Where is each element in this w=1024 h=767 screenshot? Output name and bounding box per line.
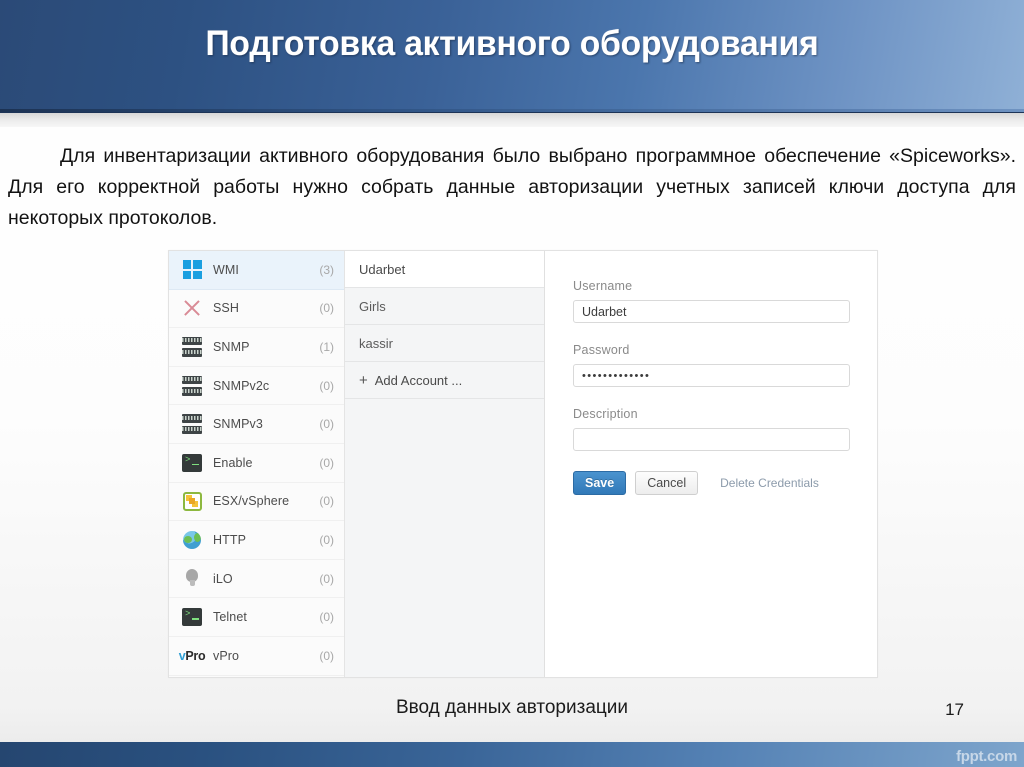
protocol-sidebar: WMI (3) SSH (0) SNMP (1) SNMPv2c (0) SNM… xyxy=(169,251,345,677)
sidebar-item-snmpv2c[interactable]: SNMPv2c (0) xyxy=(169,367,344,406)
username-value: Udarbet xyxy=(582,304,627,319)
sidebar-item-label: SSH xyxy=(213,301,240,316)
sidebar-item-label: Telnet xyxy=(213,610,247,625)
sidebar-item-label: SNMP xyxy=(213,339,250,354)
sidebar-item-wmi[interactable]: WMI (3) xyxy=(169,251,344,290)
page-number: 17 xyxy=(945,700,964,719)
header-sheen-divider xyxy=(0,113,1024,127)
sidebar-item-count: (0) xyxy=(319,532,334,547)
username-field[interactable]: Udarbet xyxy=(573,300,850,323)
password-value: ••••••••••••• xyxy=(582,369,651,382)
watermark-label: fppt.com xyxy=(956,748,1017,765)
bulb-icon xyxy=(181,568,203,590)
windows-icon xyxy=(181,259,203,281)
sidebar-item-label: iLO xyxy=(213,571,233,586)
account-label: Girls xyxy=(359,298,386,314)
form-actions: Save Cancel Delete Credentials xyxy=(573,471,877,495)
sidebar-item-ssh[interactable]: SSH (0) xyxy=(169,290,344,329)
sidebar-item-count: (0) xyxy=(319,301,334,316)
sidebar-item-esx-vsphere[interactable]: ESX/vSphere (0) xyxy=(169,483,344,522)
sidebar-item-label: SNMPv2c xyxy=(213,378,270,393)
figure-caption: Ввод данных авторизации xyxy=(395,697,628,718)
delete-credentials-link[interactable]: Delete Credentials xyxy=(720,476,819,490)
server-icon xyxy=(181,375,203,397)
sidebar-item-ilo[interactable]: iLO (0) xyxy=(169,560,344,599)
server-icon xyxy=(181,413,203,435)
username-label: Username xyxy=(573,279,633,293)
sidebar-item-count: (3) xyxy=(319,262,334,277)
account-label: kassir xyxy=(359,335,393,351)
slide-footer-band xyxy=(0,742,1024,767)
sidebar-item-telnet[interactable]: Telnet (0) xyxy=(169,598,344,637)
sidebar-item-label: Enable xyxy=(213,455,253,470)
sidebar-item-label: vPro xyxy=(213,648,240,663)
sidebar-item-count: (0) xyxy=(319,494,334,509)
plus-icon: + xyxy=(359,371,368,389)
account-list: Udarbet Girls kassir + Add Account ... xyxy=(345,251,545,677)
sidebar-item-count: (0) xyxy=(319,610,334,625)
sidebar-item-count: (0) xyxy=(319,417,334,432)
sidebar-item-label: HTTP xyxy=(213,532,247,547)
red-x-icon xyxy=(181,297,203,319)
sidebar-item-count: (1) xyxy=(319,339,334,354)
page-title: Подготовка активного оборудования xyxy=(205,24,819,63)
server-icon xyxy=(181,336,203,358)
sidebar-item-label: ESX/vSphere xyxy=(213,494,290,509)
sidebar-item-vpro[interactable]: vPro vPro (0) xyxy=(169,637,344,676)
cancel-button[interactable]: Cancel xyxy=(635,471,699,495)
password-label: Password xyxy=(573,343,630,357)
sidebar-item-count: (0) xyxy=(319,455,334,470)
vsphere-icon xyxy=(181,490,203,512)
terminal-icon xyxy=(181,606,203,628)
spiceworks-credentials-panel: WMI (3) SSH (0) SNMP (1) SNMPv2c (0) SNM… xyxy=(168,250,878,678)
sidebar-item-count: (0) xyxy=(319,648,334,663)
sidebar-item-http[interactable]: HTTP (0) xyxy=(169,521,344,560)
save-button[interactable]: Save xyxy=(573,471,627,495)
sidebar-item-label: WMI xyxy=(213,262,239,277)
account-label: Udarbet xyxy=(359,261,406,277)
globe-icon xyxy=(181,529,203,551)
presentation-slide: Подготовка активного оборудования Для ин… xyxy=(0,0,1024,767)
password-field[interactable]: ••••••••••••• xyxy=(573,364,850,387)
sidebar-item-count: (0) xyxy=(319,378,334,393)
sidebar-item-snmp[interactable]: SNMP (1) xyxy=(169,328,344,367)
sidebar-item-snmpv3[interactable]: SNMPv3 (0) xyxy=(169,405,344,444)
add-account-label: Add Account ... xyxy=(374,372,463,388)
add-account-button[interactable]: + Add Account ... xyxy=(345,362,544,399)
slide-body-paragraph: Для инвентаризации активного оборудовани… xyxy=(8,145,1016,229)
credentials-form: Username Udarbet Password ••••••••••••• … xyxy=(545,251,877,677)
list-item[interactable]: kassir xyxy=(345,325,544,362)
terminal-icon xyxy=(181,452,203,474)
sidebar-item-label: SNMPv3 xyxy=(213,417,263,432)
sidebar-item-count: (0) xyxy=(319,571,334,586)
description-label: Description xyxy=(573,407,638,421)
sidebar-item-enable[interactable]: Enable (0) xyxy=(169,444,344,483)
list-item[interactable]: Girls xyxy=(345,288,544,325)
list-item[interactable]: Udarbet xyxy=(345,251,544,288)
vpro-icon: vPro xyxy=(178,648,206,663)
description-field[interactable] xyxy=(573,428,850,451)
